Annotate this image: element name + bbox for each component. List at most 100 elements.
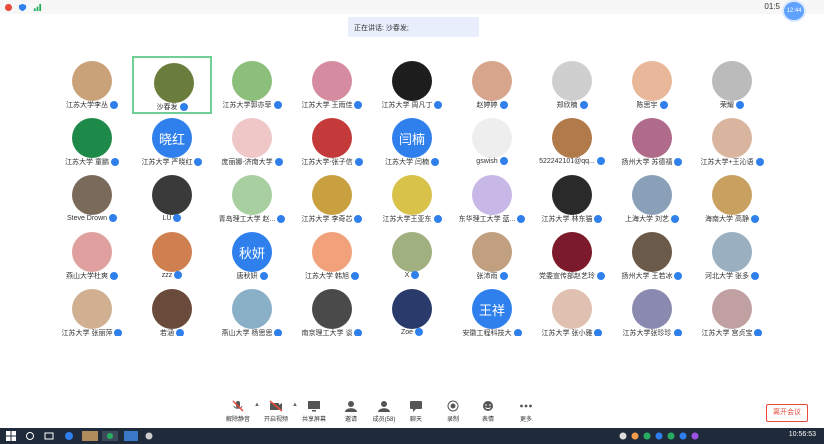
participant-name-text: 若涵 [160, 330, 174, 336]
red-dot-icon[interactable] [4, 3, 13, 12]
participant-name-text: 党委宣传部赵艺玲 [539, 273, 595, 280]
mic-status-icon [673, 329, 682, 336]
participant-tile[interactable]: 江苏大学 林东猫 [532, 170, 612, 228]
share-screen-button[interactable]: 共享屏幕 [294, 398, 334, 426]
participant-name: 南京理工大学 谈 [292, 328, 372, 336]
participant-tile[interactable]: 江苏大学 宫贞宝 [692, 284, 772, 336]
participant-tile[interactable]: 沙春发 [132, 56, 212, 114]
participant-tile[interactable]: 上海大学 刘艺 [612, 170, 692, 228]
participant-tile[interactable]: 江苏大学+王沁语 [692, 113, 772, 171]
participant-name: 江苏大学张珍珍 [612, 328, 692, 336]
participant-tile[interactable]: zzz [132, 227, 212, 285]
mic-status-icon [517, 215, 526, 224]
record-button[interactable]: 录制 [433, 398, 473, 426]
participant-tile[interactable]: Zoe [372, 284, 452, 336]
participant-tile[interactable]: 晓红 江苏大学 严晓红 [132, 113, 212, 171]
avatar [392, 289, 432, 329]
participant-tile[interactable]: X [372, 227, 452, 285]
more-button[interactable]: 更多 [506, 398, 546, 426]
avatar [632, 175, 672, 215]
participant-tile[interactable]: 东华理工大学 蓝... [452, 170, 532, 228]
participant-tile[interactable]: 青岛理工大学 赵... [212, 170, 292, 228]
participant-tile[interactable]: 522242101@qq... [532, 113, 612, 171]
settings-icon[interactable] [144, 431, 154, 441]
search-icon[interactable] [25, 431, 35, 441]
participant-tile[interactable]: 党委宣传部赵艺玲 [532, 227, 612, 285]
reactions-button[interactable]: 表情 [468, 398, 508, 426]
app-thumb-icon[interactable] [82, 431, 98, 441]
participant-tile[interactable]: 南京理工大学 谈 [292, 284, 372, 336]
timer-badge[interactable]: 12:44 [782, 0, 806, 22]
participant-tile[interactable]: 江苏大学 张小雅 [532, 284, 612, 336]
mic-status-icon [579, 101, 588, 110]
mic-status-icon [433, 215, 442, 224]
participant-tile[interactable]: 江苏大学 李奇芯 [292, 170, 372, 228]
avatar [232, 289, 272, 329]
participant-name-text: X [404, 271, 410, 279]
participant-tile[interactable]: 扬州大学 王若冰 [612, 227, 692, 285]
edge-icon[interactable] [64, 431, 74, 441]
participant-tile[interactable]: 江苏大学 王雨佳 [292, 56, 372, 114]
mic-status-icon [110, 272, 118, 281]
participant-tile[interactable]: 秋妍 唐秋妍 [212, 227, 292, 285]
participant-tile[interactable]: Steve Drown [52, 170, 132, 228]
participant-tile[interactable]: 江苏大学 韩旭 [292, 227, 372, 285]
participant-tile[interactable]: 江苏大学王亚东 [372, 170, 452, 228]
participant-name-text: 陈思宇 [636, 102, 658, 109]
participant-tile[interactable]: LU [132, 170, 212, 228]
mic-status-icon [109, 214, 118, 222]
avatar [154, 63, 194, 103]
participant-tile[interactable]: 海南大学 高静 [692, 170, 772, 228]
participant-tile[interactable]: 闫楠 江苏大学 闫楠 [372, 113, 452, 171]
participant-name: 河北大学 张多 [692, 271, 772, 281]
participant-name: 江苏大学 宫贞宝 [692, 328, 772, 336]
participant-name: gswish [452, 157, 532, 165]
participant-grid: 江苏大学李丛 沙春发 江苏大学郭亦菲 江苏大学 王雨佳 江苏大学 周凡丁 赵婷婷 郑欣楠 陈思… [52, 56, 796, 336]
participant-tile[interactable]: 王祥 安徽工程科技大 [452, 284, 532, 336]
participant-tile[interactable]: 江苏大学-张子信 [292, 113, 372, 171]
participant-tile[interactable]: 江苏大学李丛 [52, 56, 132, 114]
mic-status-icon [674, 272, 683, 281]
participant-tile[interactable]: 江苏大学 童鹏 [52, 113, 132, 171]
avatar [552, 289, 592, 329]
participant-tile[interactable]: 庞丽娜-济南大学 [212, 113, 292, 171]
start-video-button[interactable]: 开启视频 [256, 398, 296, 426]
participant-tile[interactable]: 郑欣楠 [532, 56, 612, 114]
participant-tile[interactable]: 江苏大学 张丽萍 [52, 284, 132, 336]
participant-tile[interactable]: 河北大学 张多 [692, 227, 772, 285]
participant-tile[interactable]: 江苏大学张珍珍 [612, 284, 692, 336]
leave-meeting-button[interactable]: 离开会议 [766, 404, 808, 422]
participant-tile[interactable]: 燕山大学杜爽 [52, 227, 132, 285]
avatar [232, 61, 272, 101]
windows-start-icon[interactable] [6, 431, 16, 441]
meeting-app-icon[interactable] [124, 431, 138, 441]
participant-tile[interactable]: 江苏大学 周凡丁 [372, 56, 452, 114]
participant-tile[interactable]: 燕山大学 杨思思 [212, 284, 292, 336]
participant-name-text: 江苏大学 张丽萍 [61, 330, 113, 336]
participant-name: 陈思宇 [612, 100, 692, 110]
participant-tile[interactable]: 赵婷婷 [452, 56, 532, 114]
participant-tile[interactable]: 扬州大学 苏德禧 [612, 113, 692, 171]
shield-icon[interactable] [18, 3, 27, 12]
record-icon [447, 400, 459, 412]
mic-status-icon [499, 157, 508, 165]
participant-tile[interactable]: 荣耀 [692, 56, 772, 114]
wechat-icon[interactable] [102, 431, 118, 441]
avatar [552, 232, 592, 272]
chat-button[interactable]: 聊天 [396, 398, 436, 426]
tray-icons[interactable] [618, 431, 708, 441]
task-view-icon[interactable] [44, 431, 54, 441]
participant-name: 扬州大学 王若冰 [612, 271, 692, 281]
signal-icon[interactable] [33, 3, 42, 12]
avatar [712, 175, 752, 215]
unmute-button[interactable]: 解除静音 [218, 398, 258, 426]
avatar [712, 61, 752, 101]
participant-tile[interactable]: 张沛雨 [452, 227, 532, 285]
avatar [152, 289, 192, 329]
participant-name-text: 522242101@qq... [539, 157, 595, 165]
avatar [632, 289, 672, 329]
participant-tile[interactable]: 陈思宇 [612, 56, 692, 114]
participant-tile[interactable]: 江苏大学郭亦菲 [212, 56, 292, 114]
participant-tile[interactable]: gswish [452, 113, 532, 171]
participant-tile[interactable]: 若涵 [132, 284, 212, 336]
